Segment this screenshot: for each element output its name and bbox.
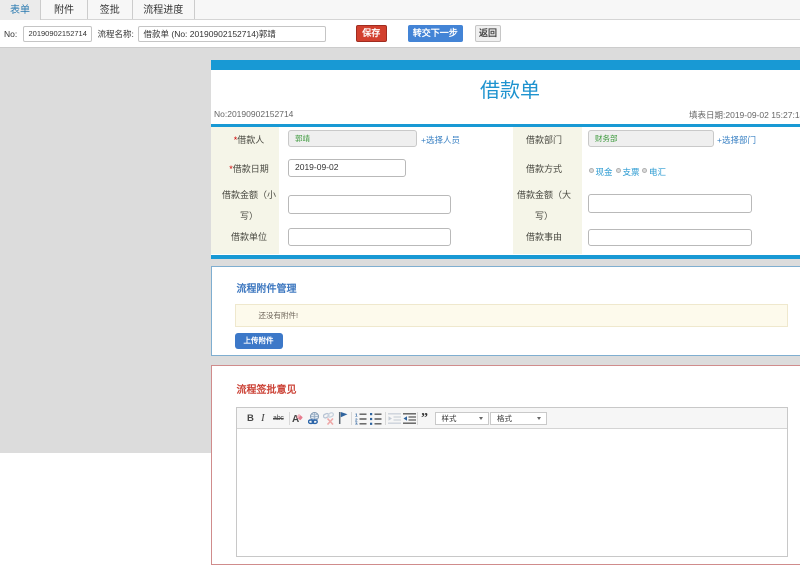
svg-text:3: 3 [355, 421, 358, 425]
